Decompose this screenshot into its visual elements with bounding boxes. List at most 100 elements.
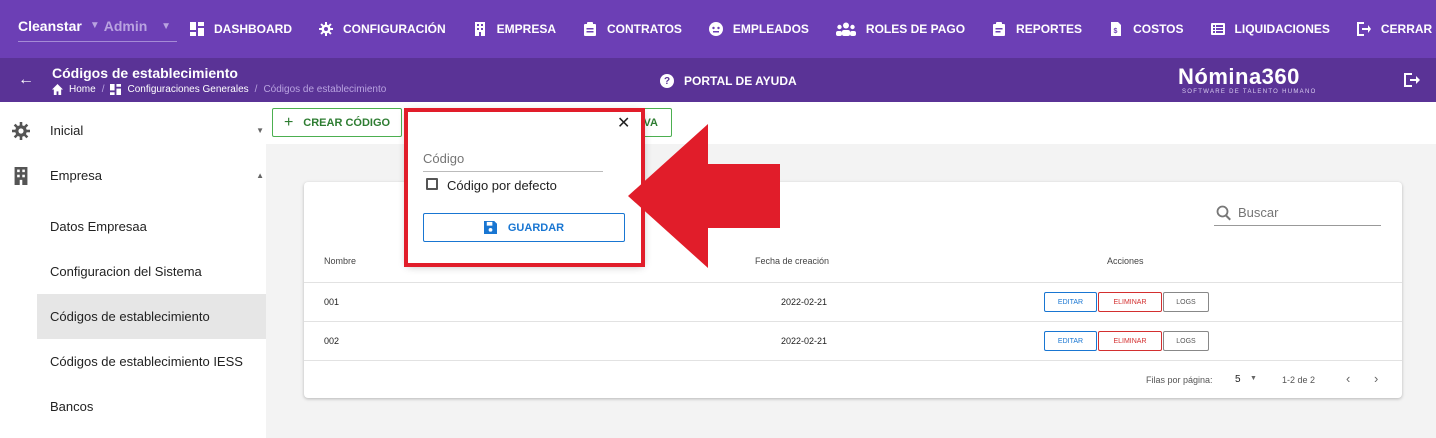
nav-configuracion[interactable]: CONFIGURACIÓN xyxy=(319,22,446,36)
sidebar-item-label: Códigos de establecimiento IESS xyxy=(50,354,243,369)
table-row: 001 2022-02-21 EDITAR ELIMINAR LOGS xyxy=(304,282,1402,321)
nav-reportes[interactable]: REPORTES xyxy=(992,22,1082,36)
sidebar-item-codigos-iess[interactable]: Códigos de establecimiento IESS xyxy=(0,339,266,384)
nav-label: CONFIGURACIÓN xyxy=(343,22,446,36)
sidebar-item-datos-empresa[interactable]: Datos Empresaa xyxy=(0,204,266,249)
nav-label: DASHBOARD xyxy=(214,22,292,36)
nav-cerrar-sesion[interactable]: CERRAR SESIÓN xyxy=(1356,22,1436,36)
logout-icon[interactable] xyxy=(1404,72,1420,88)
nav-contratos[interactable]: CONTRATOS xyxy=(583,22,682,36)
svg-text:$: $ xyxy=(1114,28,1118,35)
pagination-range: 1-2 de 2 xyxy=(1282,375,1316,385)
chevron-down-icon: ▼ xyxy=(89,20,100,31)
red-arrow-annotation xyxy=(628,124,780,268)
rows-per-page-select[interactable]: 5 xyxy=(1235,374,1241,385)
search-icon xyxy=(1216,205,1232,221)
report-icon xyxy=(992,22,1006,36)
cost-file-icon: $ xyxy=(1109,22,1123,36)
logs-button[interactable]: LOGS xyxy=(1163,292,1209,312)
column-header-acciones: Acciones xyxy=(1107,256,1144,266)
nav-costos[interactable]: $ COSTOS xyxy=(1109,22,1184,36)
highlight-box xyxy=(404,108,645,267)
delete-button[interactable]: ELIMINAR xyxy=(1098,292,1162,312)
brand-tagline: SOFTWARE DE TALENTO HUMANO xyxy=(1182,89,1317,95)
nav-empresa[interactable]: EMPRESA xyxy=(473,22,556,36)
edit-button[interactable]: EDITAR xyxy=(1044,292,1097,312)
nav-label: COSTOS xyxy=(1133,22,1184,36)
breadcrumb: Home / Configuraciones Generales / Códig… xyxy=(52,84,386,95)
caret-down-icon: ▼ xyxy=(256,126,264,135)
dashboard-icon xyxy=(190,22,204,36)
table-pagination: Filas por página: 5 ▼ 1-2 de 2 ‹ › xyxy=(304,360,1402,398)
search-box[interactable] xyxy=(1214,200,1381,226)
sidebar-item-label: Configuracion del Sistema xyxy=(50,264,202,279)
nav-label: CERRAR SESIÓN xyxy=(1380,22,1436,36)
sidebar: Inicial ▼ Empresa ▲ Datos Empresaa Confi… xyxy=(0,102,266,438)
create-code-label: CREAR CÓDIGO xyxy=(303,116,391,129)
nav-label: REPORTES xyxy=(1016,22,1083,36)
help-portal-link[interactable]: ? PORTAL DE AYUDA xyxy=(660,74,797,88)
logs-button[interactable]: LOGS xyxy=(1163,331,1209,351)
nav-liquidaciones[interactable]: LIQUIDACIONES xyxy=(1210,22,1330,36)
column-header-nombre[interactable]: Nombre xyxy=(324,256,356,266)
building-icon xyxy=(473,22,487,36)
clipboard-icon xyxy=(583,22,597,36)
plus-icon: + xyxy=(283,113,294,131)
rows-per-page-label: Filas por página: xyxy=(1146,375,1213,385)
company-selector[interactable]: Cleanstar ▼ Admin ▼ xyxy=(18,10,177,42)
page-title: Códigos de establecimiento xyxy=(52,65,238,81)
nav-label: EMPLEADOS xyxy=(732,22,809,36)
sidebar-item-configuracion-sistema[interactable]: Configuracion del Sistema xyxy=(0,249,266,294)
chevron-right-icon[interactable]: › xyxy=(1374,371,1378,386)
page-header: ← Códigos de establecimiento Home / Conf… xyxy=(0,58,1436,102)
nav-label: EMPRESA xyxy=(496,22,557,36)
sidebar-item-label: Inicial xyxy=(50,123,84,138)
sidebar-item-inicial[interactable]: Inicial ▼ xyxy=(0,108,266,153)
sidebar-item-codigos-establecimiento[interactable]: Códigos de establecimiento xyxy=(37,294,266,339)
breadcrumb-current: Códigos de establecimiento xyxy=(263,84,387,95)
table-row: 002 2022-02-21 EDITAR ELIMINAR LOGS xyxy=(304,321,1402,360)
sidebar-item-empresa[interactable]: Empresa ▲ xyxy=(0,153,266,198)
nav-dashboard[interactable]: DASHBOARD xyxy=(190,22,292,36)
sidebar-item-label: Empresa xyxy=(50,168,103,183)
logout-icon xyxy=(1356,22,1371,36)
cell-name: 001 xyxy=(324,297,340,307)
chevron-left-icon[interactable]: ‹ xyxy=(1346,371,1350,386)
company-name: Cleanstar xyxy=(18,17,82,34)
company-role: Admin xyxy=(103,17,148,34)
top-navbar: Cleanstar ▼ Admin ▼ DASHBOARD CONFIGURAC… xyxy=(0,0,1436,58)
cell-date: 2022-02-21 xyxy=(781,297,828,307)
face-icon xyxy=(708,22,723,36)
help-icon: ? xyxy=(660,74,674,88)
dashboard-icon xyxy=(110,84,122,95)
breadcrumb-config[interactable]: Configuraciones Generales xyxy=(127,84,248,95)
sidebar-item-label: Datos Empresaa xyxy=(50,219,147,234)
caret-down-icon[interactable]: ▼ xyxy=(1250,375,1257,382)
nav-label: ROLES DE PAGO xyxy=(865,22,966,36)
caret-up-icon: ▲ xyxy=(256,171,264,180)
help-label: PORTAL DE AYUDA xyxy=(684,74,797,88)
building-icon xyxy=(12,166,30,185)
gear-icon xyxy=(12,121,30,140)
create-code-button[interactable]: + CREAR CÓDIGO xyxy=(272,108,402,137)
delete-button[interactable]: ELIMINAR xyxy=(1098,331,1162,351)
nav-label: LIQUIDACIONES xyxy=(1234,22,1330,36)
brand-logo: Nómina360 xyxy=(1178,64,1300,89)
home-icon xyxy=(52,84,63,95)
sidebar-item-bancos[interactable]: Bancos xyxy=(0,384,266,429)
sidebar-item-label: Códigos de establecimiento xyxy=(50,309,210,324)
search-input[interactable] xyxy=(1238,205,1378,220)
gear-icon xyxy=(319,22,333,36)
cell-date: 2022-02-21 xyxy=(781,336,828,346)
list-icon xyxy=(1210,22,1225,36)
nav-label: CONTRATOS xyxy=(607,22,682,36)
people-icon xyxy=(835,22,856,36)
nav-roles-de-pago[interactable]: ROLES DE PAGO xyxy=(835,22,966,36)
cell-name: 002 xyxy=(324,336,340,346)
nav-empleados[interactable]: EMPLEADOS xyxy=(708,22,809,36)
chevron-down-icon: ▼ xyxy=(161,21,171,32)
breadcrumb-home[interactable]: Home xyxy=(69,84,96,95)
back-arrow-icon[interactable]: ← xyxy=(18,71,34,89)
edit-button[interactable]: EDITAR xyxy=(1044,331,1097,351)
sidebar-item-label: Bancos xyxy=(50,399,94,414)
